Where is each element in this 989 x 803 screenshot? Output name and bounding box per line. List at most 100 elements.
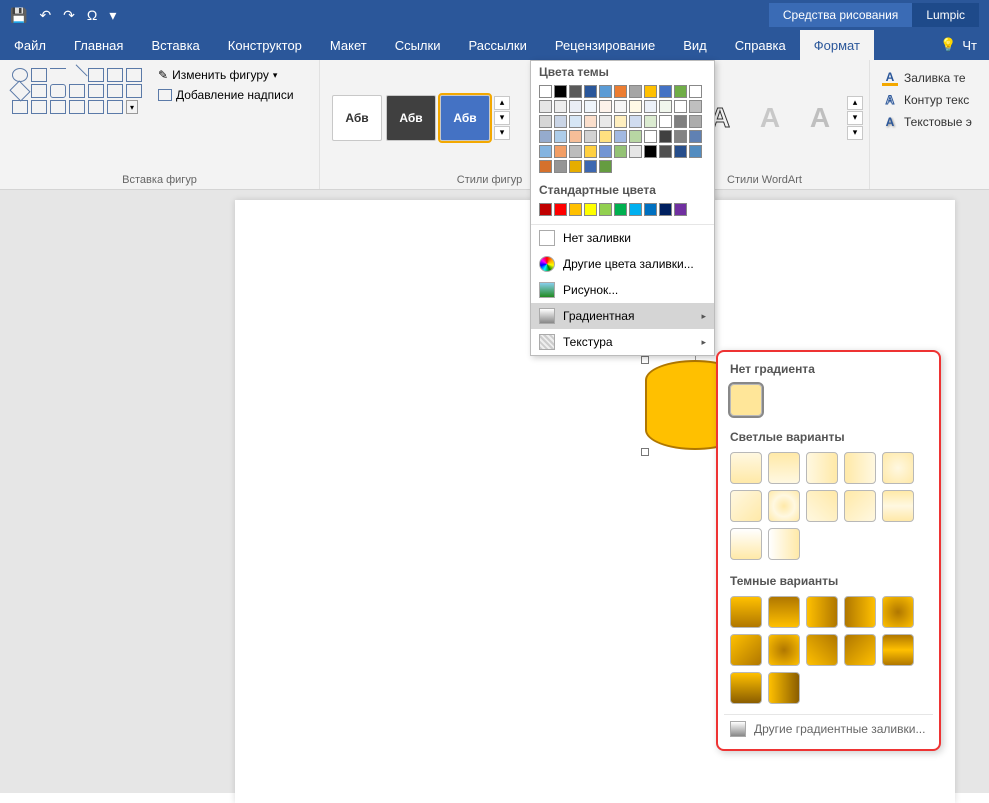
gradient-swatch[interactable]	[768, 596, 800, 628]
color-swatch[interactable]	[554, 203, 567, 216]
tell-me-search[interactable]: 💡 Чт	[928, 37, 989, 53]
color-swatch[interactable]	[599, 203, 612, 216]
color-swatch[interactable]	[644, 100, 657, 113]
color-swatch[interactable]	[614, 145, 627, 158]
color-swatch[interactable]	[539, 203, 552, 216]
wa-sample-2[interactable]: A	[747, 95, 793, 141]
omega-icon[interactable]: Ω	[87, 7, 97, 23]
tab-layout[interactable]: Макет	[316, 30, 381, 60]
color-swatch[interactable]	[614, 203, 627, 216]
color-swatch[interactable]	[644, 115, 657, 128]
gradient-swatch[interactable]	[882, 596, 914, 628]
color-swatch[interactable]	[554, 130, 567, 143]
color-swatch[interactable]	[629, 203, 642, 216]
tab-file[interactable]: Файл	[0, 30, 60, 60]
color-swatch[interactable]	[614, 115, 627, 128]
color-swatch[interactable]	[569, 85, 582, 98]
texture-fill-item[interactable]: Текстура ▸	[531, 329, 714, 355]
text-effects-button[interactable]: A Текстовые э	[878, 112, 981, 132]
tab-format[interactable]: Формат	[800, 30, 874, 60]
tab-view[interactable]: Вид	[669, 30, 721, 60]
color-swatch[interactable]	[659, 115, 672, 128]
gradient-swatch[interactable]	[730, 528, 762, 560]
gradient-swatch[interactable]	[806, 634, 838, 666]
gallery-more-button[interactable]: ▾	[494, 126, 510, 140]
gradient-swatch[interactable]	[806, 490, 838, 522]
color-swatch[interactable]	[584, 145, 597, 158]
gradient-swatch[interactable]	[730, 452, 762, 484]
color-swatch[interactable]	[569, 115, 582, 128]
color-swatch[interactable]	[584, 160, 597, 173]
gradient-swatch[interactable]	[730, 490, 762, 522]
picture-fill-item[interactable]: Рисунок...	[531, 277, 714, 303]
color-swatch[interactable]	[674, 130, 687, 143]
save-icon[interactable]: 💾	[10, 7, 27, 24]
color-swatch[interactable]	[629, 85, 642, 98]
gradient-swatch[interactable]	[768, 672, 800, 704]
gradient-swatch[interactable]	[768, 528, 800, 560]
more-colors-item[interactable]: Другие цвета заливки...	[531, 251, 714, 277]
gradient-swatch[interactable]	[882, 490, 914, 522]
tab-insert[interactable]: Вставка	[137, 30, 213, 60]
gradient-swatch[interactable]	[768, 490, 800, 522]
color-swatch[interactable]	[629, 100, 642, 113]
color-swatch[interactable]	[599, 160, 612, 173]
shape-styles-gallery[interactable]: Абв Абв Абв ▴ ▾ ▾	[328, 64, 514, 171]
color-swatch[interactable]	[659, 145, 672, 158]
color-swatch[interactable]	[569, 100, 582, 113]
color-swatch[interactable]	[629, 130, 642, 143]
color-swatch[interactable]	[659, 130, 672, 143]
text-outline-button[interactable]: A Контур текс	[878, 90, 981, 110]
undo-icon[interactable]: ↶	[39, 7, 51, 24]
color-swatch[interactable]	[689, 85, 702, 98]
color-swatch[interactable]	[629, 115, 642, 128]
selection-handle[interactable]	[641, 448, 649, 456]
color-swatch[interactable]	[599, 100, 612, 113]
color-swatch[interactable]	[584, 115, 597, 128]
gradient-swatch[interactable]	[882, 452, 914, 484]
color-swatch[interactable]	[599, 85, 612, 98]
color-swatch[interactable]	[584, 100, 597, 113]
gallery-down-button[interactable]: ▾	[494, 111, 510, 125]
gradient-swatch[interactable]	[882, 634, 914, 666]
wa-gallery-up[interactable]: ▴	[847, 96, 863, 110]
color-swatch[interactable]	[569, 160, 582, 173]
gradient-swatch[interactable]	[730, 596, 762, 628]
color-swatch[interactable]	[614, 85, 627, 98]
color-swatch[interactable]	[554, 160, 567, 173]
color-swatch[interactable]	[554, 100, 567, 113]
color-swatch[interactable]	[644, 85, 657, 98]
color-swatch[interactable]	[539, 115, 552, 128]
text-fill-button[interactable]: A Заливка те	[878, 68, 981, 88]
tab-mailings[interactable]: Рассылки	[454, 30, 540, 60]
gradient-swatch[interactable]	[844, 490, 876, 522]
gradient-swatch[interactable]	[768, 634, 800, 666]
color-swatch[interactable]	[584, 203, 597, 216]
customize-qat-icon[interactable]: ▾	[109, 7, 116, 24]
color-swatch[interactable]	[569, 203, 582, 216]
gradient-swatch[interactable]	[844, 596, 876, 628]
color-swatch[interactable]	[599, 115, 612, 128]
color-swatch[interactable]	[554, 115, 567, 128]
color-swatch[interactable]	[659, 85, 672, 98]
wa-gallery-more[interactable]: ▾	[847, 126, 863, 140]
gradient-swatch[interactable]	[768, 452, 800, 484]
color-swatch[interactable]	[659, 203, 672, 216]
wa-gallery-down[interactable]: ▾	[847, 111, 863, 125]
redo-icon[interactable]: ↷	[63, 7, 75, 24]
no-fill-item[interactable]: Нет заливки	[531, 224, 714, 251]
color-swatch[interactable]	[539, 160, 552, 173]
tab-design[interactable]: Конструктор	[214, 30, 316, 60]
shapes-gallery[interactable]: ▾	[8, 64, 146, 171]
style-sample-1[interactable]: Абв	[332, 95, 382, 141]
color-swatch[interactable]	[539, 100, 552, 113]
color-swatch[interactable]	[689, 130, 702, 143]
color-swatch[interactable]	[674, 100, 687, 113]
gradient-swatch[interactable]	[730, 672, 762, 704]
color-swatch[interactable]	[569, 145, 582, 158]
gallery-up-button[interactable]: ▴	[494, 96, 510, 110]
color-swatch[interactable]	[689, 145, 702, 158]
color-swatch[interactable]	[584, 130, 597, 143]
color-swatch[interactable]	[674, 145, 687, 158]
color-swatch[interactable]	[614, 130, 627, 143]
